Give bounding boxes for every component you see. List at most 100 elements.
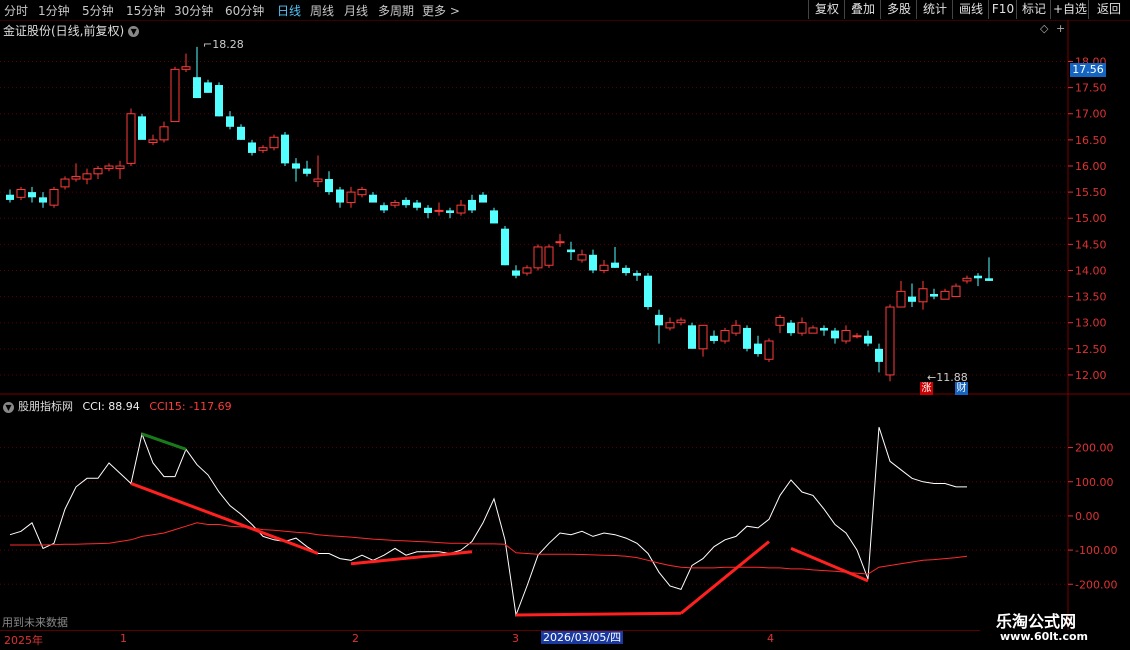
candle-body: [456, 204, 466, 214]
year-label: 2025年: [4, 634, 43, 647]
selected-date: 2026/03/05/四: [541, 631, 624, 644]
candle-body: [292, 163, 300, 169]
candle-body: [402, 199, 410, 206]
candle-body: [413, 202, 421, 208]
candle-body: [170, 68, 180, 123]
candle-body: [16, 188, 26, 198]
candle-body: [875, 348, 883, 362]
candle-body: [962, 277, 972, 282]
candle-body: [346, 191, 356, 204]
candle-body: [754, 343, 762, 355]
candle-body: [731, 324, 741, 334]
cci15-value: CCI15: -117.69: [149, 400, 232, 413]
chart-canvas[interactable]: 12.00 12.50 13.00 13.50 14.00 14.50 15.00 15.50…: [0, 0, 1130, 650]
candle-body: [930, 293, 938, 297]
candle-body: [49, 188, 59, 206]
candle-body: [380, 205, 388, 211]
candle-body: [512, 270, 520, 276]
candle-body: [720, 330, 730, 342]
candle-body: [665, 322, 675, 329]
candle-body: [390, 202, 400, 206]
month-label: 4: [767, 632, 774, 645]
month-label: 2: [352, 632, 359, 645]
candle-body: [281, 134, 289, 164]
candle-body: [951, 285, 961, 298]
candle-body: [567, 249, 575, 253]
candle-body: [611, 262, 619, 268]
cci-value: CCI: 88.94: [82, 400, 140, 413]
candle-body: [313, 178, 323, 183]
chevron-down-icon[interactable]: ▼: [3, 401, 14, 413]
candle-body: [369, 194, 377, 203]
candle-body: [852, 335, 862, 338]
candle-body: [622, 267, 630, 274]
y-tick-label: 16.00: [1075, 160, 1107, 173]
candle-body: [28, 192, 36, 198]
y-tick-label: -100.00: [1075, 544, 1117, 557]
divergence-line: [130, 482, 319, 555]
indicator-name: 股朋指标网: [18, 400, 73, 413]
candle-body: [159, 126, 169, 141]
candle-body: [599, 264, 609, 271]
date-axis: 2025年 1 2 3 4: [0, 630, 980, 647]
candle-body: [434, 209, 444, 212]
candle-body: [39, 197, 47, 203]
candle-body: [269, 136, 279, 149]
candle-body: [908, 296, 916, 302]
y-tick-label: 13.00: [1075, 317, 1107, 330]
candle-body: [985, 278, 993, 281]
candle-body: [864, 335, 872, 344]
candle-body: [248, 142, 256, 153]
current-price-tag: 17.56: [1070, 63, 1106, 77]
y-tick-label: 17.50: [1075, 82, 1107, 95]
candle-body: [325, 179, 333, 193]
candle-body: [885, 306, 895, 376]
candle-body: [688, 325, 696, 349]
candle-body: [918, 288, 928, 303]
watermark-url: www.60lt.com: [1000, 630, 1089, 643]
candle-body: [820, 327, 828, 331]
high-price-value: 18.28: [212, 38, 244, 51]
candle-body: [424, 207, 432, 213]
candle-body: [764, 340, 774, 360]
y-tick-label: -200.00: [1075, 578, 1117, 591]
candle-body: [204, 82, 212, 93]
candle-body: [698, 324, 708, 350]
candle-body: [797, 322, 807, 334]
candle-body: [544, 246, 554, 266]
y-tick-label: 16.50: [1075, 134, 1107, 147]
cci-series-line: [9, 426, 967, 617]
candle-body: [808, 327, 818, 334]
candle-body: [226, 116, 234, 127]
candle-body: [215, 85, 223, 117]
candle-body: [479, 194, 487, 203]
y-tick-label: 100.00: [1075, 476, 1114, 489]
candle-body: [490, 210, 498, 224]
candle-body: [710, 335, 718, 341]
y-tick-label: 12.00: [1075, 369, 1107, 382]
candle-body: [60, 178, 70, 188]
indicator-title: ▼ 股朋指标网 CCI: 88.94 CCI15: -117.69: [3, 398, 232, 414]
cai-badge[interactable]: 财: [955, 382, 968, 395]
zhang-badge[interactable]: 涨: [920, 382, 933, 395]
candle-body: [126, 113, 136, 164]
y-tick-label: 14.50: [1075, 238, 1107, 251]
candle-body: [831, 330, 839, 339]
candle-body: [533, 246, 543, 269]
y-tick-label: 200.00: [1075, 442, 1114, 455]
candle-body: [655, 314, 663, 326]
candle-body: [148, 139, 158, 143]
candle-body: [555, 241, 565, 244]
divergence-line: [680, 540, 770, 615]
candle-body: [743, 327, 751, 349]
candle-body: [841, 330, 851, 342]
candle-body: [82, 173, 92, 180]
y-tick-label: 13.50: [1075, 291, 1107, 304]
cci-series-line: [10, 522, 968, 575]
month-label: 1: [120, 632, 127, 645]
month-label: 3: [512, 632, 519, 645]
divergence-line: [141, 432, 187, 451]
candle-body: [501, 228, 509, 266]
candle-body: [193, 77, 201, 99]
candle-body: [258, 147, 268, 151]
